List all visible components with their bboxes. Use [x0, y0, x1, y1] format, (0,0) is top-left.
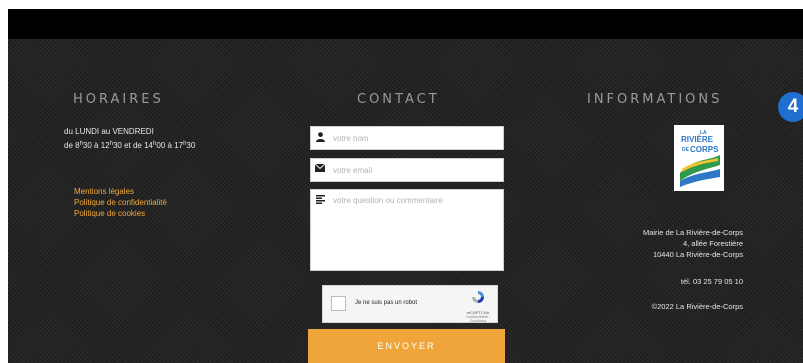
phone-number: tél. 03 25 79 05 10	[680, 277, 743, 286]
mairie-logo: LA RIVIÈRE DE CORPS	[674, 125, 724, 191]
email-field	[310, 158, 504, 182]
recaptcha-widget: Je ne suis pas un robot reCAPTCHA Confid…	[322, 285, 498, 323]
submit-button[interactable]: ENVOYER	[308, 329, 505, 363]
header-bar	[8, 9, 803, 39]
address-line: 10440 La Rivière-de-Corps	[652, 250, 743, 259]
legal-links: Mentions légales Politique de confidenti…	[74, 186, 167, 219]
link-politique-cookies[interactable]: Politique de cookies	[74, 208, 167, 219]
opening-times: de 8h30 à 12h30 et de 14h00 à 17h30	[64, 141, 196, 150]
logo-line-de: DE	[682, 147, 690, 153]
riviere-de-corps-logo: LA RIVIÈRE DE CORPS	[674, 125, 724, 191]
horaires-title: HORAIRES	[73, 92, 164, 107]
copyright: ©2022 La Rivière-de-Corps	[651, 302, 743, 311]
informations-title: INFORMATIONS	[587, 92, 723, 107]
recaptcha-checkbox[interactable]	[331, 296, 346, 311]
opening-days: du LUNDI au VENDREDI	[64, 127, 154, 136]
link-politique-confidentialite[interactable]: Politique de confidentialité	[74, 197, 167, 208]
name-input[interactable]	[329, 127, 503, 149]
address-line: 4, allée Forestière	[682, 239, 743, 248]
recaptcha-logo: reCAPTCHA Confidentialité - Conditions	[460, 290, 496, 323]
opening-hours: du LUNDI au VENDREDI de 8h30 à 12h30 et …	[64, 125, 195, 153]
message-field	[310, 189, 504, 274]
contact-title: CONTACT	[357, 92, 440, 107]
step-number-badge: 4	[778, 92, 803, 122]
logo-line-corps: CORPS	[690, 145, 719, 154]
name-field	[310, 126, 504, 150]
top-white-strip	[0, 0, 803, 9]
message-textarea[interactable]	[329, 190, 503, 274]
mairie-address: Mairie de La Rivière-de-Corps 4, allée F…	[643, 227, 743, 260]
envelope-icon	[311, 159, 329, 172]
user-icon	[311, 127, 329, 142]
address-line: Mairie de La Rivière-de-Corps	[642, 228, 743, 237]
logo-line-riviere: RIVIÈRE	[681, 135, 714, 144]
left-white-edge	[0, 9, 8, 363]
link-mentions-legales[interactable]: Mentions légales	[74, 186, 167, 197]
text-lines-icon	[311, 190, 329, 204]
recaptcha-label: Je ne suis pas un robot	[355, 300, 418, 306]
email-input[interactable]	[329, 159, 503, 181]
recaptcha-terms[interactable]: Confidentialité - Conditions	[460, 315, 496, 323]
recaptcha-logo-icon	[472, 291, 484, 303]
